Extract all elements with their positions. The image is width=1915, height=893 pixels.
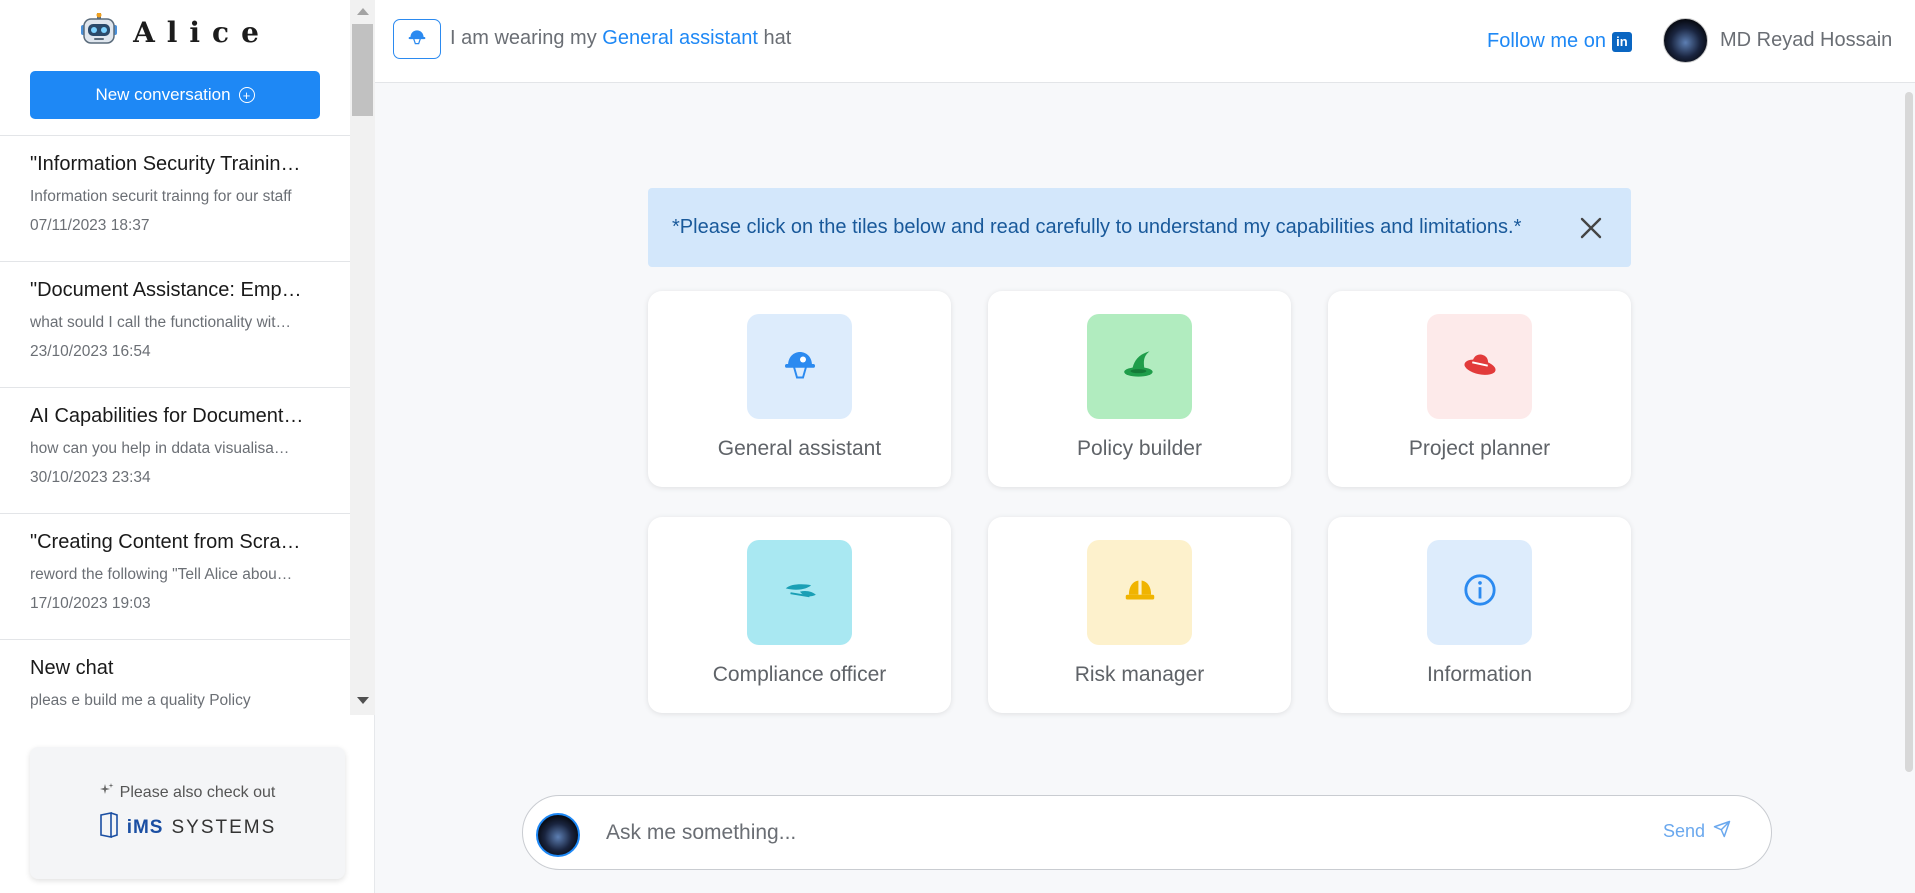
scroll-down-arrow-icon[interactable]	[357, 697, 369, 704]
conversation-date: 30/10/2023 23:34	[30, 469, 151, 486]
tile-icon-box	[1427, 540, 1532, 645]
sparkle-icon	[99, 783, 114, 802]
send-button[interactable]: Send	[1663, 820, 1731, 843]
linkedin-icon: in	[1611, 31, 1632, 52]
helmet-hat-icon	[782, 346, 818, 387]
main-area: *Please click on the tiles below and rea…	[375, 84, 1915, 893]
door-icon	[99, 812, 119, 843]
sidebar: Alice New conversation + "Information Se…	[0, 0, 375, 893]
tile-icon-box	[1087, 540, 1192, 645]
promo-card[interactable]: Please also check out iMS SYSTEMS	[30, 747, 345, 879]
message-composer: Send	[522, 795, 1772, 870]
conversation-item[interactable]: New chat pleas e build me a quality Poli…	[0, 640, 350, 715]
user-name: MD Reyad Hossain	[1720, 29, 1893, 51]
cap-hat-icon	[781, 571, 819, 614]
conversation-preview: what sould I call the functionality wit…	[30, 314, 292, 331]
tile-project-planner[interactable]: Project planner	[1328, 291, 1631, 487]
scroll-thumb[interactable]	[352, 24, 373, 116]
conversation-preview: reword the following "Tell Alice abou…	[30, 566, 293, 583]
tile-general-assistant[interactable]: General assistant	[648, 291, 951, 487]
conversation-title: "Information Security Trainin…	[30, 153, 301, 175]
tile-label: Risk manager	[1074, 663, 1205, 686]
scroll-up-arrow-icon[interactable]	[357, 8, 369, 15]
conversation-preview: Information securit trainng for our staf…	[30, 188, 292, 205]
tile-label: Policy builder	[1077, 437, 1202, 460]
robot-icon	[79, 12, 119, 52]
new-conversation-button[interactable]: New conversation +	[30, 71, 320, 119]
conversation-item[interactable]: AI Capabilities for Document… how can yo…	[0, 388, 350, 514]
tile-risk-manager[interactable]: Risk manager	[988, 517, 1291, 713]
tile-label: Compliance officer	[712, 663, 887, 686]
sidebar-scrollbar[interactable]	[350, 0, 375, 715]
wearing-status: I am wearing my General assistant hat	[450, 27, 791, 50]
follow-label: Follow me on	[1487, 30, 1606, 52]
conversation-title: AI Capabilities for Document…	[30, 405, 304, 427]
close-icon[interactable]	[1579, 216, 1603, 240]
notice-text: *Please click on the tiles below and rea…	[672, 216, 1522, 238]
tile-information[interactable]: Information	[1328, 517, 1631, 713]
tile-compliance-officer[interactable]: Compliance officer	[648, 517, 951, 713]
helmet-hat-icon	[407, 27, 427, 52]
conversation-item[interactable]: "Information Security Trainin… Informati…	[0, 136, 350, 262]
ims-systems-logo[interactable]: iMS SYSTEMS	[99, 812, 277, 843]
conversation-title: New chat	[30, 657, 114, 679]
hard-hat-icon	[1121, 571, 1159, 614]
current-hat-button[interactable]	[393, 19, 441, 59]
conversation-date: 07/11/2023 18:37	[30, 217, 150, 234]
conversation-item[interactable]: "Creating Content from Scra… reword the …	[0, 514, 350, 640]
send-icon	[1713, 820, 1731, 843]
wearing-suffix: hat	[763, 27, 792, 49]
user-profile[interactable]: MD Reyad Hossain	[1663, 18, 1892, 63]
tile-icon-box	[747, 314, 852, 419]
fedora-hat-icon	[1461, 345, 1499, 388]
send-label: Send	[1663, 821, 1706, 841]
current-role: General assistant	[602, 27, 758, 49]
tile-icon-box	[1427, 314, 1532, 419]
conversation-item[interactable]: "Document Assistance: Emp… what sould I …	[0, 262, 350, 388]
message-input[interactable]	[606, 816, 1606, 850]
plus-circle-icon: +	[238, 87, 255, 103]
brand-systems: SYSTEMS	[171, 816, 277, 838]
tile-icon-box	[747, 540, 852, 645]
notice-banner: *Please click on the tiles below and rea…	[648, 188, 1631, 267]
wearing-prefix: I am wearing my	[450, 27, 597, 49]
conversation-date: 23/10/2023 16:54	[30, 343, 151, 360]
conversation-list: "Information Security Trainin… Informati…	[0, 135, 350, 715]
main-scroll-thumb[interactable]	[1905, 92, 1913, 772]
tile-label: Project planner	[1408, 437, 1551, 460]
main-scrollbar[interactable]	[1902, 88, 1915, 778]
tile-label: Information	[1426, 663, 1533, 686]
brand-ims: iMS	[126, 816, 164, 838]
tile-label: General assistant	[717, 437, 882, 460]
avatar	[1663, 18, 1708, 63]
promo-text-row: Please also check out	[99, 783, 276, 802]
conversation-title: "Document Assistance: Emp…	[30, 279, 302, 301]
conversation-date: 17/10/2023 19:03	[30, 595, 151, 612]
follow-linkedin-link[interactable]: Follow me on in	[1487, 30, 1632, 53]
conversation-preview: how can you help in ddata visualisa…	[30, 440, 290, 457]
info-icon	[1463, 573, 1497, 612]
top-header: I am wearing my General assistant hat Fo…	[375, 0, 1915, 83]
app-title: Alice	[133, 15, 271, 49]
brand: Alice	[0, 0, 350, 64]
avatar	[536, 813, 580, 857]
conversation-title: "Creating Content from Scra…	[30, 531, 301, 553]
promo-text: Please also check out	[119, 783, 276, 801]
new-conversation-label: New conversation	[95, 85, 231, 104]
witch-hat-icon	[1121, 345, 1159, 388]
tile-policy-builder[interactable]: Policy builder	[988, 291, 1291, 487]
conversation-preview: pleas e build me a quality Policy	[30, 692, 251, 709]
tile-icon-box	[1087, 314, 1192, 419]
